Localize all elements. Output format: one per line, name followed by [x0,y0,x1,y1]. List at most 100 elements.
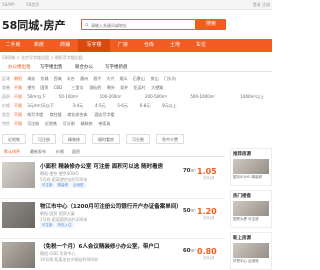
listing-title[interactable]: （免税一个月）6人会议精装修小办公室，带户口 [40,242,180,250]
filter-option[interactable]: 商业综合体 [67,112,87,118]
filter-option[interactable]: CBD [54,85,63,90]
filter-option[interactable]: 房山 [151,76,159,82]
search-input[interactable] [91,21,191,29]
filter-row: 类型 不限 纯写字楼 商住楼 商业综合体 酒店写字楼 [0,112,272,120]
filter-option[interactable]: 商住楼 [50,112,62,118]
listing-title[interactable]: 小面积 精装修办公室 可注册 面积可以选 随时看房 [40,162,180,170]
filter-option[interactable]: 5-6元 [117,103,128,109]
filter-option[interactable]: 酒仙桥 [89,85,101,91]
filter-option[interactable]: 石景山 [133,76,145,82]
side-card-photo[interactable] [233,243,269,258]
tab-new-buildings[interactable]: 写字楼新盘 [105,64,128,70]
nav-item-changfang[interactable]: 厂房 [110,39,136,52]
sort-area[interactable]: 面积 [72,149,80,155]
filter-option[interactable]: 200-500m² [145,94,167,99]
filter-row: 特色 不限 可注册 近地铁 可分割 精装修 带家具 [0,121,272,129]
filter-option[interactable]: 不限 [14,103,22,109]
filter-label: 面积 [2,94,10,99]
listing-area-unit: m² [190,208,197,213]
login-register-link[interactable]: 登录 注册 [253,2,270,8]
filter-option[interactable]: 3-4元 [73,103,84,109]
nav-item-ershoufang[interactable]: 二手房 [0,39,26,52]
filter-option[interactable]: 丰台 [67,76,75,82]
filter-option[interactable]: 可注册 [27,121,39,127]
filter-option[interactable]: 双井 [120,85,128,91]
filter-option[interactable]: 昌平 [93,76,101,82]
search-button[interactable]: 搜索 [196,19,226,30]
listing-tag: 拎包入住 [55,222,74,228]
filter-option[interactable]: 50m²以下 [27,94,46,100]
tab-office-sale[interactable]: 写字楼出售 [40,64,63,70]
filter-option[interactable]: 通州 [80,76,88,82]
side-card[interactable]: 推荐房源 望京SOHO 精装修 [230,148,272,186]
listing-photo[interactable] [2,202,35,228]
listing-photo[interactable] [2,162,35,188]
listing-price: 0.80 [197,247,217,256]
filter-option[interactable]: 亚运村 [133,85,145,91]
filter-option[interactable]: 朝阳 [14,76,22,82]
filter-option[interactable]: 6-8元 [140,103,151,109]
quick-tag[interactable]: 可分割 [126,134,150,144]
filter-option[interactable]: 顺义 [120,76,128,82]
listing-title[interactable]: 物江市中心（1200月可注册公司银行开户办证备案单间） [40,202,180,210]
filter-option[interactable]: 不限 [14,121,22,127]
nav-item-xinfang[interactable]: 新房 [26,39,52,52]
quick-tag[interactable]: 近地铁 [2,134,26,144]
filter-option[interactable]: 西城 [54,76,62,82]
side-card[interactable]: 新上房源 华贸中心 近地铁 [230,232,272,270]
side-card-photo[interactable] [233,159,269,174]
filter-option[interactable]: 望京 [27,85,35,91]
filter-option[interactable]: 4-5元 [95,103,106,109]
listing-item[interactable]: （免税一个月）6人会议精装修小办公室，带户口 朝阳-CBD 华贸中心 10号线 … [0,239,225,270]
listing-area: 70m² [181,168,196,174]
side-card[interactable]: 热门楼盘 国贸大厦 可注册 [230,190,272,228]
filter-option[interactable]: 不限 [14,112,22,118]
filter-option[interactable]: 可分割 [63,121,75,127]
quick-tag[interactable]: 可注册 [32,134,56,144]
filter-option[interactable]: 东城 [40,76,48,82]
filter-option[interactable]: 带家具 [98,121,110,127]
listing-price: 1.20 [197,207,217,216]
tab-coworking[interactable]: 联合办公 [75,64,93,70]
filter-option[interactable]: 50-100m² [59,94,79,99]
nav-item-chewei[interactable]: 车位 [188,39,214,52]
quick-tag[interactable]: 精装修 [62,134,86,144]
tab-office-rent[interactable]: 办公楼出租 [8,64,31,70]
filter-option[interactable]: 纯写字楼 [27,112,43,118]
filter-option[interactable]: 朝外 [107,85,115,91]
filter-option[interactable]: 100-200m² [100,94,122,99]
listing-item[interactable]: 物江市中心（1200月可注册公司银行开户办证备案单间） 朝阳-国贸 国贸大厦 1… [0,199,225,239]
listing-item[interactable]: 小面积 精装修办公室 可注册 面积可以选 随时看房 朝阳-望京 望京SOHO 5… [0,159,225,199]
quick-tag[interactable]: 免中介费 [156,134,184,144]
filter-option[interactable]: 酒店写字楼 [94,112,114,118]
sort-default[interactable]: 默认排序 [4,149,20,155]
side-card-photo[interactable] [233,201,269,216]
filter-option[interactable]: 3元/m²/天以下 [27,103,54,109]
filter-option[interactable]: 近地铁 [45,121,57,127]
site-logo[interactable]: 58同城·房产 [2,17,66,33]
nav-item-cangku[interactable]: 仓库 [136,39,162,52]
filter-option[interactable]: 1000m²以上 [240,94,264,100]
side-card-title: 推荐房源 [233,152,251,157]
app-link[interactable]: 58APP [2,2,15,7]
search-box[interactable] [81,19,196,30]
nav-item-tudi[interactable]: 土地 [162,39,188,52]
filter-option[interactable]: 不限 [14,94,22,100]
nav-item-shangpu[interactable]: 商铺 [52,39,78,52]
sort-price[interactable]: 价格 [56,149,64,155]
sort-newest[interactable]: 最新发布 [30,149,46,155]
filter-option[interactable]: 海淀 [27,76,35,82]
filter-option[interactable]: 门头沟 [164,76,176,82]
listing-photo[interactable] [2,242,35,268]
filter-option[interactable]: 8元以上 [162,103,177,109]
filter-option[interactable]: 国贸 [40,85,48,91]
filter-option[interactable]: 不限 [14,85,22,91]
filter-option[interactable]: 精装修 [81,121,93,127]
quick-tag[interactable]: 随时看房 [92,134,120,144]
filter-option[interactable]: 大兴 [106,76,114,82]
filter-option[interactable]: 大望路 [151,85,163,91]
nav-item-xiezilou[interactable]: 写字楼 [78,39,110,52]
filter-option[interactable]: 500-1000m² [190,94,215,99]
home-link[interactable]: 58首页 [26,2,39,8]
filter-option[interactable]: 三里屯 [71,85,83,91]
